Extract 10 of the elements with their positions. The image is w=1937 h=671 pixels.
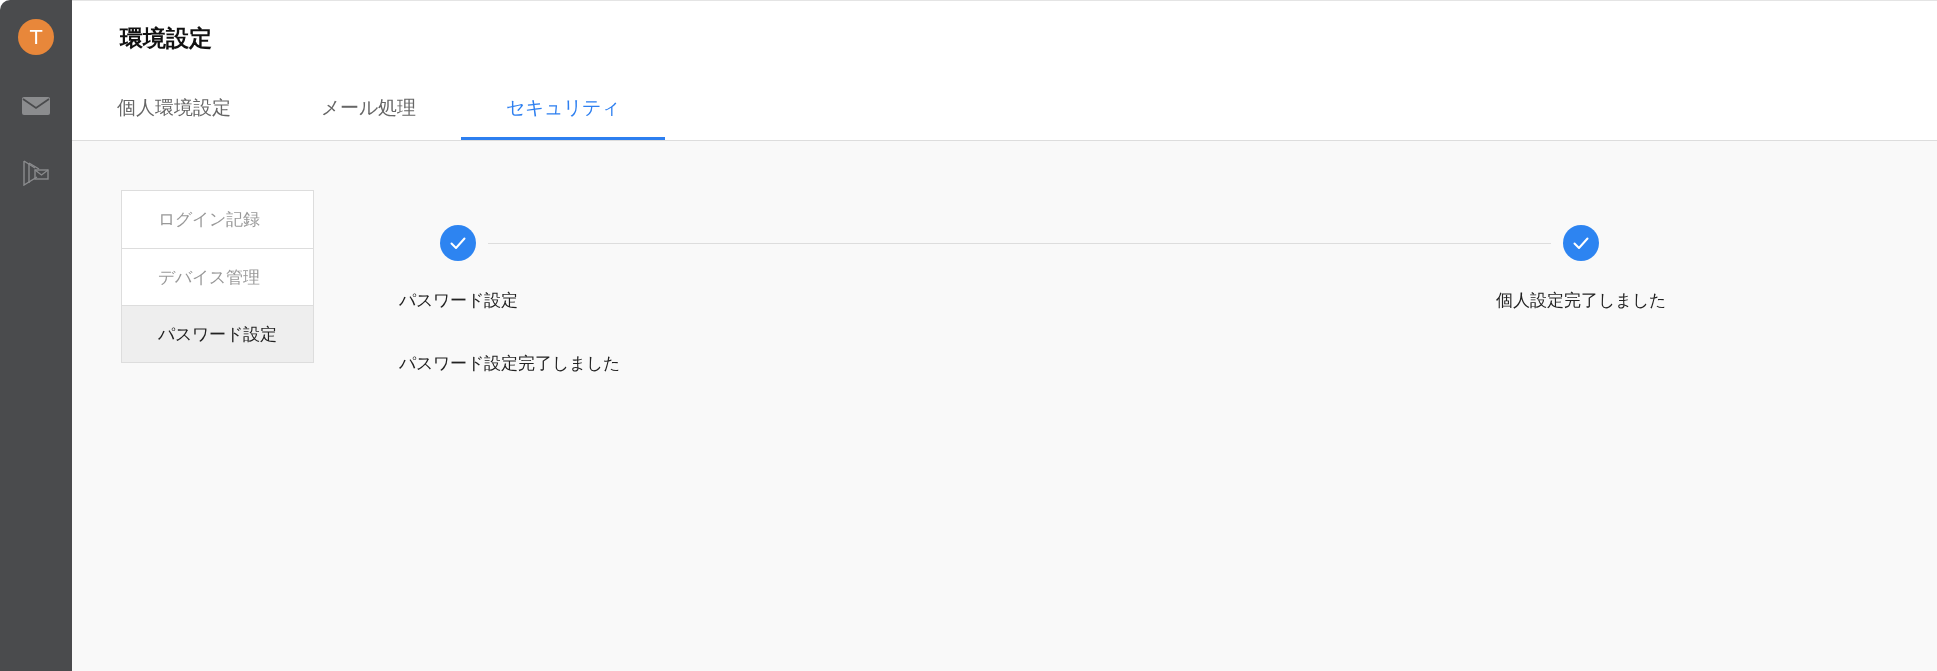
- status-message: パスワード設定完了しました: [399, 352, 620, 375]
- menu-item[interactable]: パスワード設定: [122, 305, 313, 362]
- page-title: 環境設定: [120, 24, 212, 53]
- user-avatar[interactable]: T: [18, 19, 54, 55]
- step-label: パスワード設定: [398, 289, 518, 312]
- mail-icon[interactable]: [22, 97, 50, 115]
- tab[interactable]: メール処理: [276, 75, 461, 140]
- step-label: 個人設定完了しました: [1496, 289, 1666, 312]
- tab[interactable]: 個人環境設定: [72, 75, 276, 140]
- triangles-envelope-icon[interactable]: [23, 160, 49, 186]
